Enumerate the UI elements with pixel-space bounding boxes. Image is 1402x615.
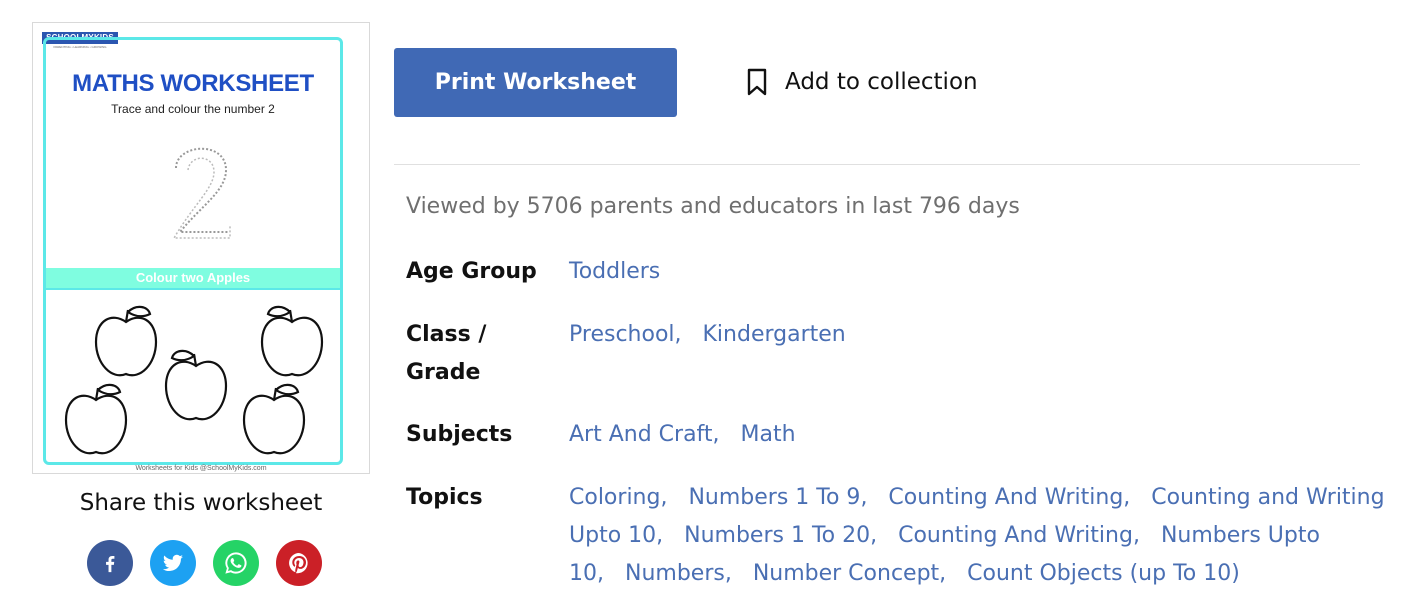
class-grade-link[interactable]: Kindergarten — [703, 322, 846, 347]
subject-link[interactable]: Math — [741, 422, 796, 447]
apples-illustration — [64, 305, 324, 455]
twitter-share-button[interactable] — [150, 540, 196, 586]
topic-link[interactable]: Coloring — [569, 485, 660, 510]
worksheet-frame: MATHS WORKSHEET Trace and colour the num… — [43, 37, 343, 465]
topic-link[interactable]: Numbers 1 To 20 — [684, 523, 870, 548]
pinterest-share-button[interactable] — [276, 540, 322, 586]
whatsapp-icon — [225, 552, 247, 574]
worksheet-footer: Worksheets for Kids @SchoolMyKids.com — [135, 465, 267, 472]
topic-link[interactable]: Count Objects (up To 10) — [967, 561, 1240, 586]
class-grade-values: Preschool, Kindergarten — [569, 322, 846, 347]
age-group-label: Age Group — [406, 259, 537, 284]
share-label: Share this worksheet — [79, 490, 323, 516]
bookmark-icon — [747, 68, 767, 96]
pinterest-icon — [289, 553, 308, 574]
whatsapp-share-button[interactable] — [213, 540, 259, 586]
class-grade-link[interactable]: Preschool — [569, 322, 675, 347]
instruction-band: Colour two Apples — [46, 268, 340, 288]
subject-link[interactable]: Art And Craft — [569, 422, 713, 447]
print-worksheet-button[interactable]: Print Worksheet — [394, 48, 677, 117]
twitter-icon — [162, 554, 183, 571]
view-count-text: Viewed by 5706 parents and educators in … — [406, 194, 1020, 219]
topics-label: Topics — [406, 485, 483, 510]
age-group-values: Toddlers — [569, 253, 1349, 291]
class-grade-label: Class / Grade — [406, 322, 487, 385]
add-to-collection-label: Add to collection — [785, 69, 978, 95]
worksheet-title: MATHS WORKSHEET — [72, 70, 314, 97]
traced-number-two — [172, 147, 231, 239]
facebook-icon — [106, 555, 115, 573]
section-divider — [394, 164, 1360, 165]
topic-link[interactable]: Number Concept — [753, 561, 939, 586]
topic-link[interactable]: Numbers 1 To 9 — [688, 485, 860, 510]
topics-values: Coloring, Numbers 1 To 9, Counting And W… — [569, 485, 1385, 586]
topic-link[interactable]: Counting And Writing — [898, 523, 1133, 548]
worksheet-thumbnail[interactable]: SCHOOLMYKIDS PARENTING • LEARNING • GROW… — [32, 22, 370, 474]
topic-link[interactable]: Counting And Writing — [888, 485, 1123, 510]
topic-link[interactable]: Numbers — [625, 561, 725, 586]
subjects-values: Art And Craft, Math — [569, 422, 796, 447]
subjects-label: Subjects — [406, 422, 513, 447]
worksheet-subtitle: Trace and colour the number 2 — [111, 102, 275, 116]
facebook-share-button[interactable] — [87, 540, 133, 586]
add-to-collection-button[interactable]: Add to collection — [745, 62, 978, 102]
age-group-link[interactable]: Toddlers — [569, 259, 660, 284]
